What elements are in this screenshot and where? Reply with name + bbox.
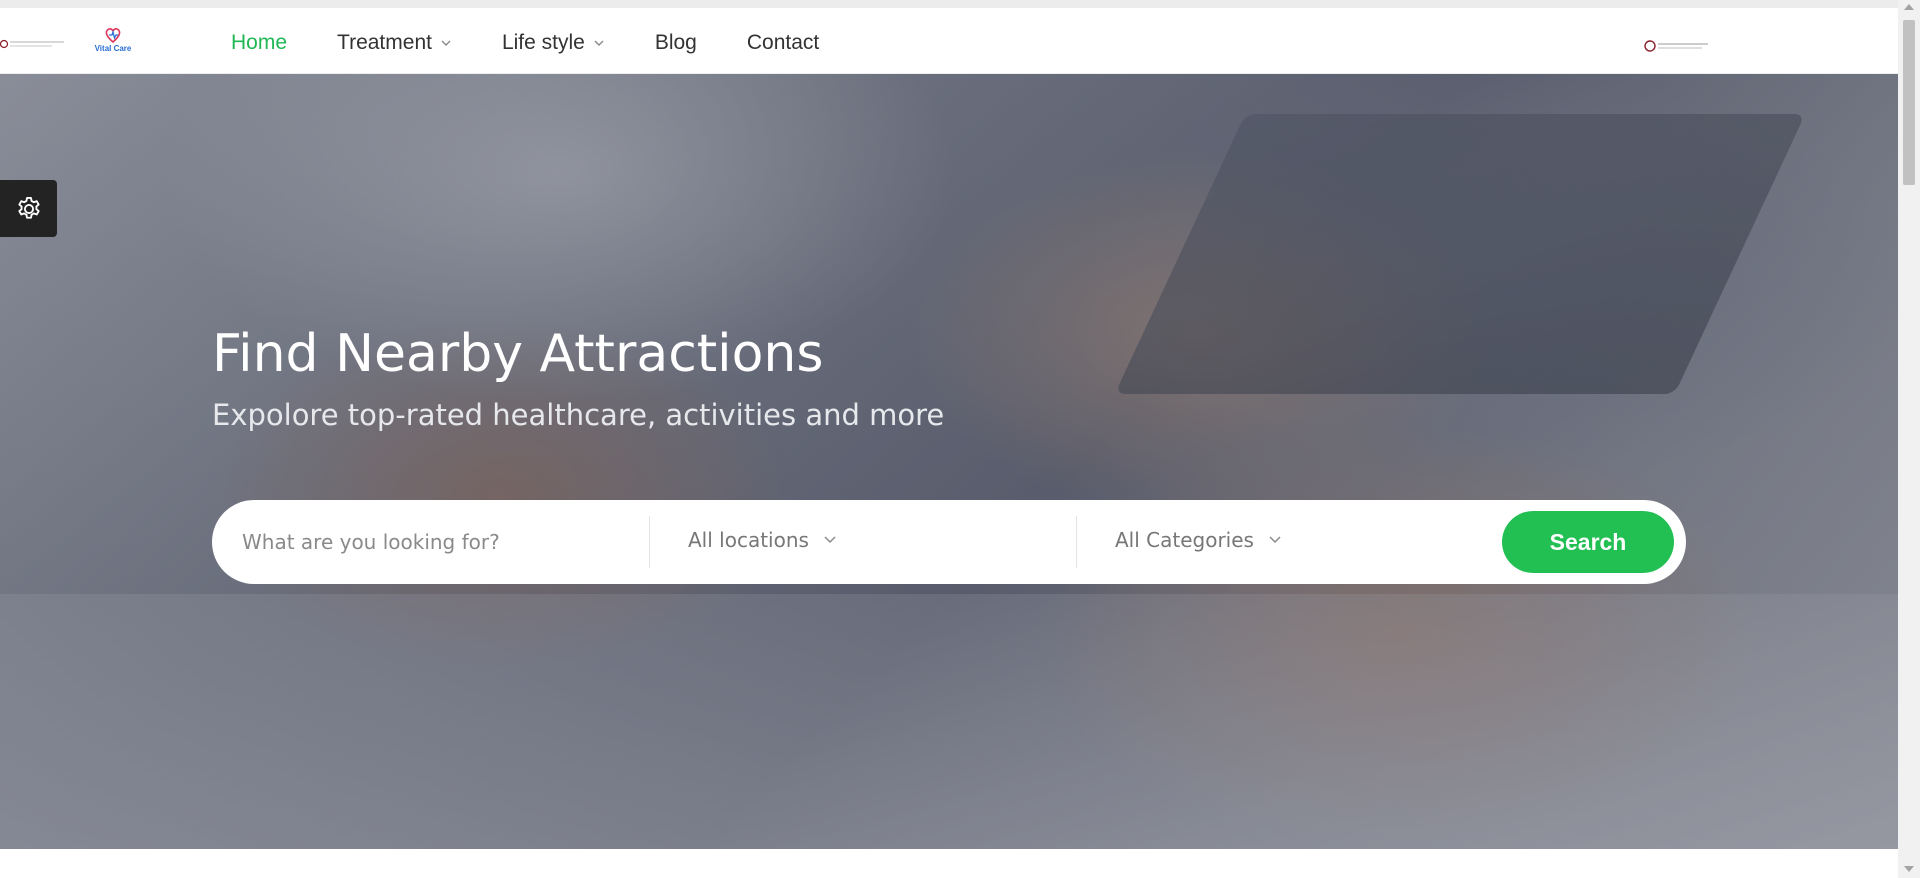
nav-item-contact[interactable]: Contact <box>747 26 819 60</box>
hero-banner: Find Nearby Attractions Expolore top-rat… <box>0 74 1898 849</box>
nav-item-lifestyle[interactable]: Life style <box>502 26 605 60</box>
heart-logo-icon <box>105 27 121 44</box>
page-content-start <box>0 849 1898 878</box>
partner-logo-left[interactable] <box>0 35 68 53</box>
site-logo[interactable]: Vital Care <box>92 26 134 64</box>
scroll-up-arrow-icon[interactable] <box>1904 4 1914 10</box>
chevron-down-icon <box>441 40 451 46</box>
search-bar: All locations All Categories Search <box>212 500 1686 584</box>
nav-item-blog[interactable]: Blog <box>655 26 697 60</box>
nav-item-treatment[interactable]: Treatment <box>337 26 452 60</box>
hero-subtitle: Expolore top-rated healthcare, activitie… <box>212 398 945 432</box>
chevron-down-icon <box>1269 536 1281 544</box>
search-divider <box>1076 516 1077 568</box>
category-select[interactable]: All Categories <box>1115 528 1282 552</box>
nav-item-label: Blog <box>654 31 697 54</box>
nav-item-label: Home <box>231 31 288 54</box>
search-divider <box>649 516 650 568</box>
category-select-value: All Categories <box>1115 528 1254 552</box>
scroll-down-arrow-icon[interactable] <box>1904 866 1914 872</box>
chevron-down-icon <box>824 536 836 544</box>
search-button[interactable]: Search <box>1502 511 1674 573</box>
nav-item-label: Contact <box>746 31 820 54</box>
hero-overlay <box>0 74 1898 849</box>
main-nav: Home Treatment Life style Blog Contact <box>231 26 869 60</box>
site-header: Vital Care Home Treatment Life style Blo… <box>0 8 1898 74</box>
logo-text: Vital Care <box>94 44 132 53</box>
hero-title: Find Nearby Attractions <box>212 324 824 384</box>
page-scrollbar[interactable] <box>1898 0 1920 878</box>
location-select-value: All locations <box>688 528 809 552</box>
scrollbar-thumb[interactable] <box>1903 20 1915 185</box>
browser-top-strip <box>0 0 1898 8</box>
search-input[interactable] <box>242 520 632 564</box>
partner-logo-right[interactable] <box>1644 38 1710 54</box>
nav-item-home[interactable]: Home <box>231 26 287 60</box>
nav-item-label: Treatment <box>337 31 432 54</box>
chevron-down-icon <box>594 40 604 46</box>
location-select[interactable]: All locations <box>688 528 837 552</box>
gear-icon <box>17 196 40 219</box>
settings-button[interactable] <box>0 180 57 237</box>
nav-item-label: Life style <box>501 31 585 54</box>
